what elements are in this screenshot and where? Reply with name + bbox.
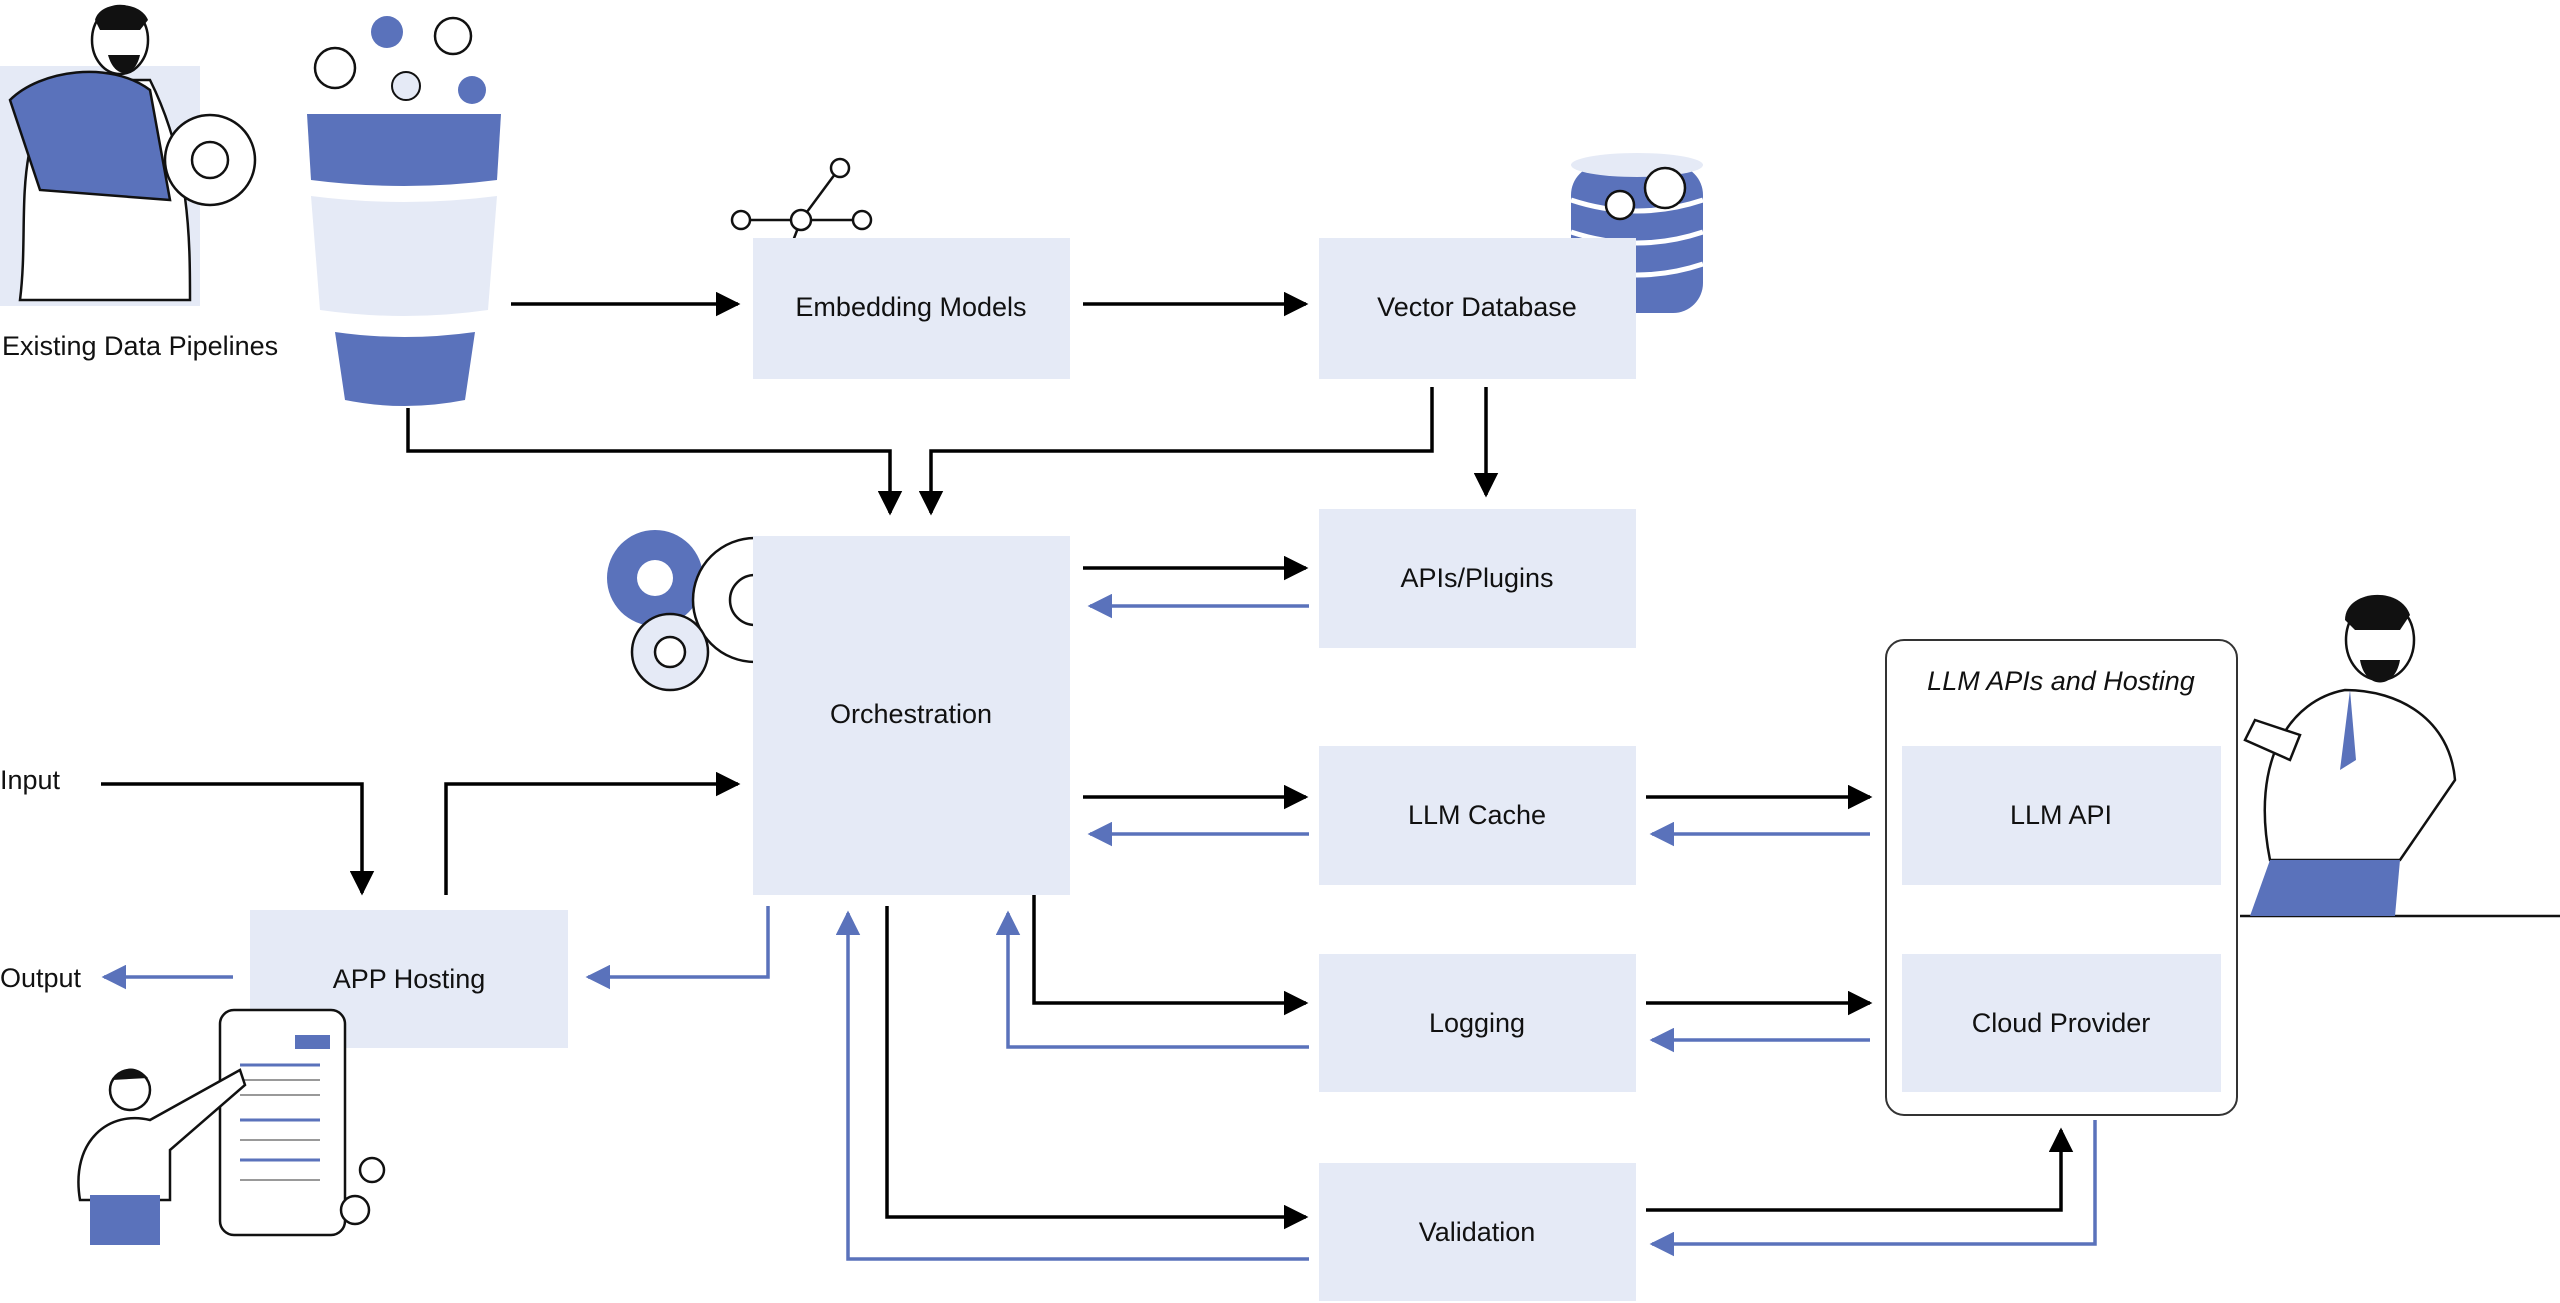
embedding-models-box[interactable]: Embedding Models — [753, 238, 1070, 379]
person-with-gear-illustration — [0, 4, 257, 306]
funnel-icon — [307, 16, 501, 406]
apis-plugins-box[interactable]: APIs/Plugins — [1319, 509, 1636, 648]
arrow-pipelines-orchestration — [406, 408, 903, 516]
arrow-orch-app — [585, 906, 770, 990]
svg-text:APIs/Plugins: APIs/Plugins — [1400, 563, 1553, 593]
input-label: Input — [0, 765, 61, 795]
svg-text:APP Hosting: APP Hosting — [333, 964, 486, 994]
svg-text:LLM API: LLM API — [2010, 800, 2112, 830]
flow-arrows — [101, 291, 2097, 1261]
arrow-llm-validation — [1649, 1120, 2097, 1257]
svg-text:Cloud Provider: Cloud Provider — [1972, 1008, 2151, 1038]
svg-text:Orchestration: Orchestration — [830, 699, 992, 729]
arrow-validation-llm — [1646, 1127, 2074, 1212]
architecture-diagram: Existing Data Pipelines Embedding Models… — [0, 4, 2560, 1301]
vector-database-box[interactable]: Vector Database — [1319, 238, 1636, 379]
arrow-vector-orchestration — [918, 387, 1434, 516]
arrow-orch-logging — [1032, 895, 1309, 1016]
presenter-person-illustration — [2240, 594, 2560, 918]
llm-cache-box[interactable]: LLM Cache — [1319, 746, 1636, 885]
svg-text:Validation: Validation — [1419, 1217, 1536, 1247]
svg-text:LLM Cache: LLM Cache — [1408, 800, 1546, 830]
cloud-provider-box[interactable]: Cloud Provider — [1902, 954, 2221, 1092]
arrow-orch-validation — [885, 906, 1309, 1230]
svg-text:Logging: Logging — [1429, 1008, 1525, 1038]
llm-group-title: LLM APIs and Hosting — [1927, 666, 2195, 696]
arrow-validation-orch — [835, 910, 1309, 1261]
llm-api-box[interactable]: LLM API — [1902, 746, 2221, 885]
validation-box[interactable]: Validation — [1319, 1163, 1636, 1301]
existing-pipelines-label: Existing Data Pipelines — [2, 331, 278, 361]
arrow-input-app — [101, 782, 375, 896]
svg-text:Vector Database: Vector Database — [1377, 292, 1577, 322]
output-label: Output — [0, 963, 82, 993]
orchestration-box[interactable]: Orchestration — [753, 536, 1070, 895]
person-with-phone-illustration — [77, 1008, 386, 1245]
svg-text:Embedding Models: Embedding Models — [795, 292, 1026, 322]
logging-box[interactable]: Logging — [1319, 954, 1636, 1092]
arrow-logging-orch — [995, 910, 1309, 1049]
arrow-app-orch — [444, 771, 741, 895]
